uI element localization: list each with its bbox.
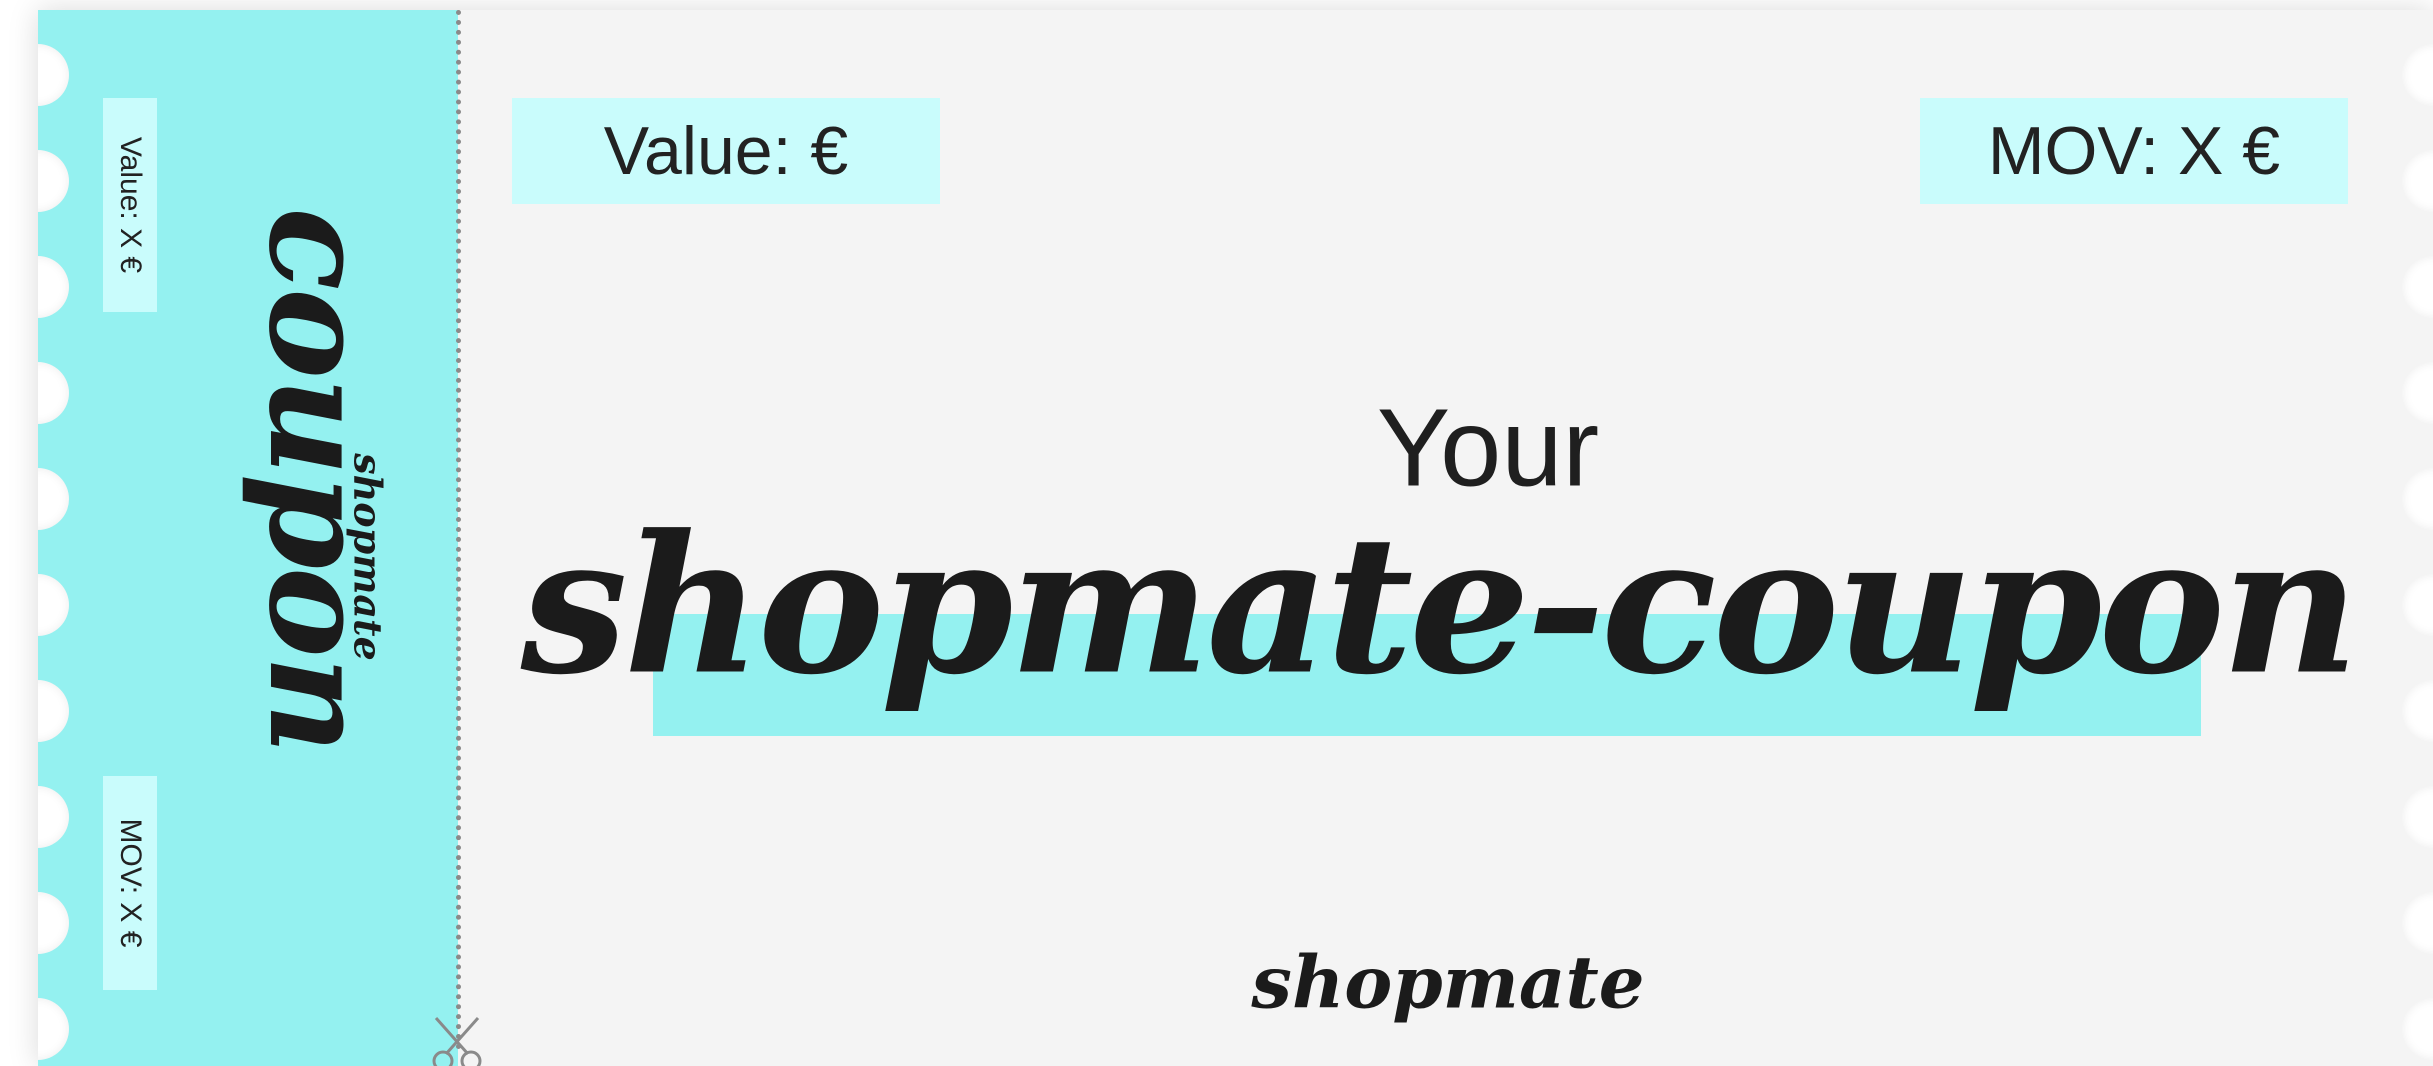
stub-brand-logo: shopmate: [345, 453, 391, 661]
perforation-hole: [2402, 362, 2433, 424]
perforation-hole: [2402, 44, 2433, 106]
value-chip: Value: €: [512, 98, 940, 204]
value-label: Value: €: [603, 113, 849, 189]
coupon-stub: Value: X € MOV: X € coupon shopmate: [38, 10, 458, 1066]
perforation-hole: [2402, 680, 2433, 742]
perforation-hole: [2402, 786, 2433, 848]
perforation-line: [456, 10, 461, 1050]
stub-mov-label: MOV: X €: [114, 818, 147, 948]
perforation-hole: [2402, 468, 2433, 530]
perforation-hole: [2402, 892, 2433, 954]
stub-mov-chip: MOV: X €: [103, 776, 157, 990]
brand-logo: shopmate: [1251, 939, 1645, 1025]
perforation-hole: [2402, 574, 2433, 636]
mov-chip: MOV: X €: [1920, 98, 2348, 204]
headline-top: Your: [1376, 386, 1600, 510]
headline-main: shopmate-coupon: [520, 493, 2360, 717]
coupon-card: Value: X € MOV: X € coupon shopmate Valu…: [38, 10, 2433, 1066]
stub-value-chip: Value: X €: [103, 98, 157, 312]
perforation-hole: [2402, 998, 2433, 1060]
mov-label: MOV: X €: [1987, 113, 2281, 189]
perforation-hole: [2402, 150, 2433, 212]
stub-value-label: Value: X €: [114, 136, 147, 274]
perforation-hole: [2402, 256, 2433, 318]
scissors-icon: [432, 1017, 482, 1066]
